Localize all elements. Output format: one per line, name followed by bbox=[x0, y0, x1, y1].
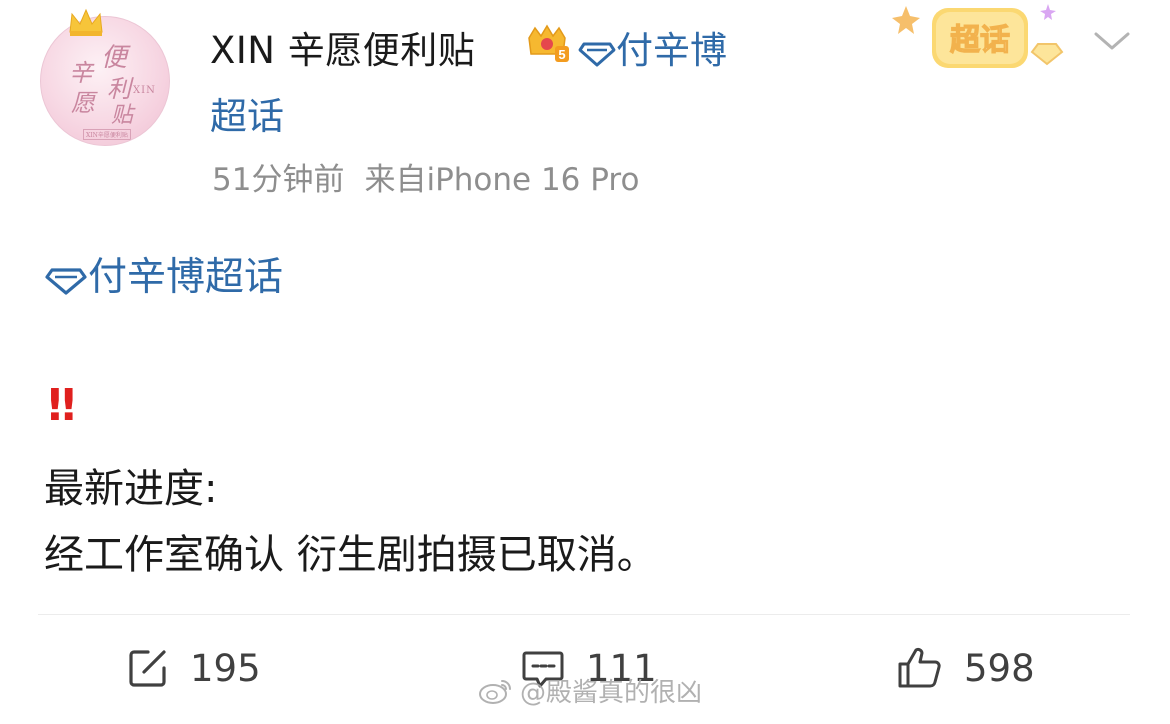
author-name[interactable]: XIN 辛愿便利贴 bbox=[210, 20, 475, 74]
body-super-topic-name: 付辛博超话 bbox=[88, 255, 284, 300]
gem-icon bbox=[45, 267, 87, 295]
avatar-image: 便 辛 利 愿 贴 XIN XIN辛愿便利贴 bbox=[40, 16, 170, 146]
repost-count: 195 bbox=[190, 646, 261, 690]
avatar-char: 愿 bbox=[71, 89, 95, 117]
like-count: 598 bbox=[964, 646, 1035, 690]
avatar-xin-mark: XIN bbox=[133, 85, 156, 96]
like-icon bbox=[898, 647, 941, 688]
vip-level: 5 bbox=[558, 47, 565, 62]
weibo-post: 便 辛 利 愿 贴 XIN XIN辛愿便利贴 XIN 辛愿便利贴 5 付辛博 超… bbox=[0, 0, 1170, 724]
post-time: 51分钟前 bbox=[212, 162, 345, 198]
super-topic-badge-icon[interactable]: 超话 bbox=[892, 0, 1068, 80]
super-topic-link-suffix[interactable]: 超话 bbox=[210, 86, 284, 140]
post-meta: 51分钟前 来自iPhone 16 Pro bbox=[212, 154, 639, 199]
watermark-text: @殿酱真的很凶 bbox=[520, 678, 703, 708]
gem-icon bbox=[578, 42, 616, 66]
weibo-logo-icon bbox=[479, 679, 511, 704]
repost-button[interactable]: 195 bbox=[126, 640, 261, 696]
avatar[interactable]: 便 辛 利 愿 贴 XIN XIN辛愿便利贴 bbox=[38, 8, 172, 146]
post-text-line: 经工作室确认 衍生剧拍摄已取消。 bbox=[44, 532, 657, 578]
divider bbox=[38, 614, 1130, 615]
repost-icon bbox=[129, 650, 166, 687]
crown-icon bbox=[69, 8, 103, 36]
avatar-char: 贴 bbox=[111, 103, 134, 128]
double-exclamation-emoji: ‼ bbox=[48, 380, 76, 431]
post-source: 来自iPhone 16 Pro bbox=[364, 162, 640, 198]
avatar-bottom-label: XIN辛愿便利贴 bbox=[83, 129, 131, 140]
vip-badge-icon[interactable]: 5 bbox=[525, 24, 571, 64]
body-super-topic-tag[interactable]: 付辛博超话 bbox=[44, 246, 283, 302]
watermark: @殿酱真的很凶 bbox=[478, 672, 702, 709]
chevron-down-icon[interactable] bbox=[1090, 26, 1134, 56]
like-button[interactable]: 598 bbox=[896, 640, 1035, 696]
super-topic-badge-label: 超话 bbox=[950, 23, 1010, 58]
super-topic-name: 付辛博 bbox=[616, 29, 727, 72]
super-topic-link[interactable]: 付辛博 bbox=[578, 20, 727, 74]
avatar-lettering: 便 辛 利 愿 贴 XIN XIN辛愿便利贴 bbox=[41, 17, 169, 145]
post-text-line: 最新进度: bbox=[44, 466, 218, 512]
